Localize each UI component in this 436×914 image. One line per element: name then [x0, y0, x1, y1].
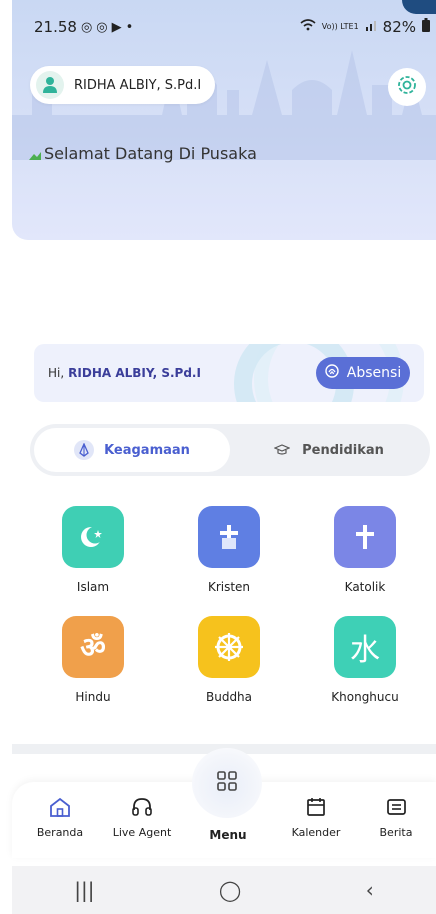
water-character-icon: 水 — [334, 616, 396, 678]
signal-icon — [365, 19, 377, 35]
religion-hindu[interactable]: ॐ Hindu — [38, 616, 148, 704]
religion-label: Buddha — [205, 690, 253, 704]
absensi-button[interactable]: Absensi — [316, 357, 410, 389]
battery-icon — [422, 18, 430, 36]
category-tabs: Keagamaan Pendidikan — [30, 424, 430, 476]
praying-hands-icon — [74, 440, 95, 460]
welcome-text: Selamat Datang Di Pusaka — [44, 144, 257, 163]
notification-dot-icon: • — [125, 19, 134, 35]
user-avatar-icon — [36, 71, 64, 99]
gear-icon — [396, 74, 418, 100]
nav-label: Live Agent — [112, 826, 172, 839]
settings-button[interactable] — [388, 68, 426, 106]
nav-label: Berita — [379, 826, 413, 839]
greeting-prefix: Hi, — [48, 366, 65, 380]
whatsapp-icon: ◎ — [96, 19, 108, 35]
whatsapp-icon: ◎ — [80, 19, 93, 35]
tab-keagamaan[interactable]: Keagamaan — [34, 428, 230, 472]
tab-keagamaan-label: Keagamaan — [104, 442, 190, 458]
cross-icon — [334, 506, 396, 568]
nav-label: Beranda — [36, 826, 84, 839]
religion-katolik[interactable]: Katolik — [310, 506, 420, 594]
calendar-icon — [276, 796, 356, 818]
greeting-name: RIDHA ALBIY, S.Pd.I — [68, 366, 201, 380]
nav-live-agent[interactable]: Live Agent — [102, 796, 182, 839]
nav-beranda[interactable]: Beranda — [20, 796, 100, 839]
religion-label: Islam — [76, 580, 110, 594]
user-profile-pill[interactable]: RIDHA ALBIY, S.Pd.I — [30, 66, 216, 104]
dharma-wheel-icon — [198, 616, 260, 678]
wifi-icon — [300, 19, 316, 35]
church-icon — [198, 506, 260, 568]
menu-label: Menu — [209, 828, 247, 842]
religion-label: Kristen — [207, 580, 251, 594]
religion-label: Hindu — [75, 690, 111, 704]
absensi-label: Absensi — [346, 365, 402, 381]
back-button[interactable]: ‹ — [366, 878, 374, 902]
religion-buddha[interactable]: Buddha — [174, 616, 284, 704]
nav-berita[interactable]: Berita — [356, 796, 436, 839]
welcome-banner: Selamat Datang Di Pusaka — [28, 144, 257, 163]
religion-kristen[interactable]: Kristen — [174, 506, 284, 594]
recents-button[interactable]: ||| — [74, 878, 94, 902]
tab-pendidikan-label: Pendidikan — [302, 442, 384, 458]
home-icon — [20, 796, 100, 818]
android-navigation-bar: ||| ◯ ‹ — [12, 866, 436, 914]
corner-badge — [402, 0, 436, 14]
religion-khonghucu[interactable]: 水 Khonghucu — [310, 616, 420, 704]
greeting-card: Hi, RIDHA ALBIY, S.Pd.I Absensi — [34, 344, 424, 402]
battery-percent: 82% — [382, 18, 416, 36]
graduation-cap-icon — [272, 440, 292, 460]
broken-image-icon — [28, 147, 42, 161]
tab-pendidikan[interactable]: Pendidikan — [230, 428, 426, 472]
news-icon — [356, 796, 436, 818]
home-button[interactable]: ◯ — [219, 878, 241, 902]
crescent-star-icon — [62, 506, 124, 568]
menu-button[interactable] — [192, 748, 262, 818]
nav-kalender[interactable]: Kalender — [276, 796, 356, 839]
fingerprint-icon — [325, 364, 339, 382]
headset-icon — [102, 796, 182, 818]
volte-indicator: Vo)) LTE1 — [321, 22, 359, 31]
status-bar: 21.58 ◎ ◎ ▶ • Vo)) LTE1 82% — [34, 16, 430, 38]
user-name: RIDHA ALBIY, S.Pd.I — [74, 77, 202, 93]
religion-label: Katolik — [344, 580, 386, 594]
om-icon: ॐ — [62, 616, 124, 678]
status-time: 21.58 — [34, 18, 77, 36]
grid-icon — [217, 771, 237, 795]
nav-label: Kalender — [291, 826, 341, 839]
religion-label: Khonghucu — [331, 690, 399, 704]
youtube-icon: ▶ — [111, 19, 122, 35]
religion-islam[interactable]: Islam — [38, 506, 148, 594]
